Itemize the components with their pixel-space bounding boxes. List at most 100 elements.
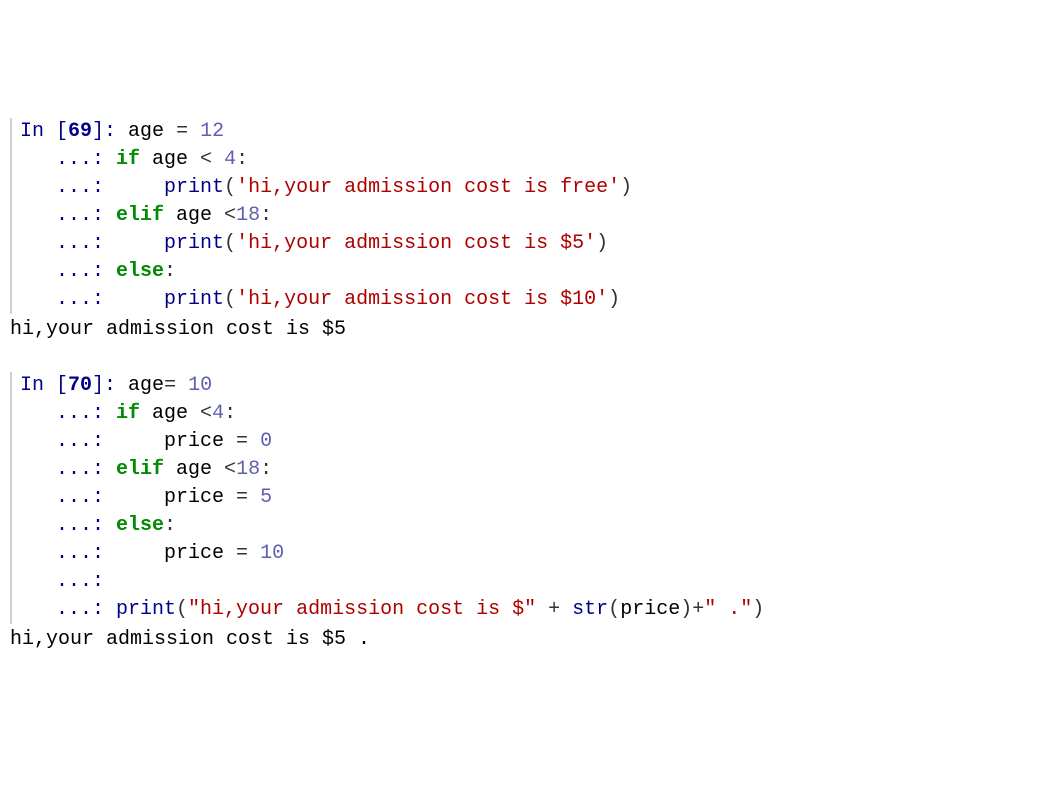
code-token-name	[116, 288, 164, 311]
code-token-op: :	[224, 402, 236, 425]
code-token-op: )	[752, 598, 764, 621]
code-token-op: :	[164, 514, 176, 537]
code-token-num: 18	[236, 204, 260, 227]
input-prompt-suffix: ]:	[92, 374, 128, 397]
code-token-num: 5	[260, 486, 272, 509]
continuation-prompt: ...:	[20, 288, 116, 311]
code-token-op: +	[692, 598, 704, 621]
code-token-num: 4	[212, 402, 224, 425]
code-token-kw: else	[116, 514, 164, 537]
code-token-op: =	[236, 430, 260, 453]
code-line[interactable]: ...:	[20, 568, 1058, 596]
code-token-op: (	[224, 176, 236, 199]
code-input-block[interactable]: In [69]: age = 12 ...: if age < 4: ...: …	[10, 118, 1058, 314]
code-token-name: age	[140, 148, 200, 171]
input-prompt-number: 69	[68, 120, 92, 143]
continuation-prompt: ...:	[20, 260, 116, 283]
code-line[interactable]: ...: price = 10	[20, 540, 1058, 568]
code-token-fn: str	[572, 598, 608, 621]
code-token-num: 10	[188, 374, 212, 397]
code-cell: In [70]: age= 10 ...: if age <4: ...: pr…	[10, 372, 1058, 654]
continuation-prompt: ...:	[20, 204, 116, 227]
code-token-op: )	[680, 598, 692, 621]
code-token-op: :	[164, 260, 176, 283]
code-line[interactable]: In [70]: age= 10	[20, 372, 1058, 400]
code-token-num: 18	[236, 458, 260, 481]
input-prompt-prefix: In [	[20, 120, 68, 143]
continuation-prompt: ...:	[20, 176, 116, 199]
code-line[interactable]: ...: if age <4:	[20, 400, 1058, 428]
continuation-prompt: ...:	[20, 430, 116, 453]
code-token-name	[116, 176, 164, 199]
code-token-op: (	[176, 598, 188, 621]
continuation-prompt: ...:	[20, 514, 116, 537]
code-line[interactable]: ...: price = 5	[20, 484, 1058, 512]
code-token-name: age	[164, 458, 224, 481]
code-token-str: "hi,your admission cost is $"	[188, 598, 536, 621]
code-line[interactable]: ...: print('hi,your admission cost is $5…	[20, 230, 1058, 258]
code-line[interactable]: ...: price = 0	[20, 428, 1058, 456]
continuation-prompt: ...:	[20, 148, 116, 171]
code-token-op: )	[620, 176, 632, 199]
input-prompt-suffix: ]:	[92, 120, 128, 143]
code-token-kw: if	[116, 148, 140, 171]
code-token-op: =	[164, 120, 200, 143]
code-input-block[interactable]: In [70]: age= 10 ...: if age <4: ...: pr…	[10, 372, 1058, 624]
continuation-prompt: ...:	[20, 542, 116, 565]
code-token-name: age	[128, 374, 164, 397]
continuation-prompt: ...:	[20, 402, 116, 425]
cell-output: hi,your admission cost is $5	[10, 316, 1058, 344]
code-token-name: price	[116, 486, 236, 509]
code-token-op: <	[224, 458, 236, 481]
continuation-prompt: ...:	[20, 486, 116, 509]
code-line[interactable]: ...: print("hi,your admission cost is $"…	[20, 596, 1058, 624]
code-token-op: (	[224, 232, 236, 255]
code-token-fn: print	[164, 288, 224, 311]
code-token-kw: elif	[116, 458, 164, 481]
code-token-op: (	[224, 288, 236, 311]
input-prompt-prefix: In [	[20, 374, 68, 397]
code-token-name	[212, 148, 224, 171]
code-token-op: =	[236, 486, 260, 509]
code-token-num: 10	[260, 542, 284, 565]
code-token-name: age	[140, 402, 200, 425]
code-token-op: +	[548, 598, 560, 621]
code-token-name: price	[116, 542, 236, 565]
code-token-str: 'hi,your admission cost is $5'	[236, 232, 596, 255]
code-token-fn: print	[116, 598, 176, 621]
code-token-op: (	[608, 598, 620, 621]
code-token-kw: else	[116, 260, 164, 283]
code-token-str: 'hi,your admission cost is $10'	[236, 288, 608, 311]
code-line[interactable]: ...: print('hi,your admission cost is $1…	[20, 286, 1058, 314]
code-line[interactable]: ...: elif age <18:	[20, 202, 1058, 230]
code-line[interactable]: ...: else:	[20, 512, 1058, 540]
code-token-str: " ."	[704, 598, 752, 621]
code-token-name	[116, 232, 164, 255]
code-token-num: 0	[260, 430, 272, 453]
continuation-prompt: ...:	[20, 570, 116, 593]
code-line[interactable]: ...: elif age <18:	[20, 456, 1058, 484]
code-line[interactable]: In [69]: age = 12	[20, 118, 1058, 146]
code-token-op: :	[260, 458, 272, 481]
code-line[interactable]: ...: if age < 4:	[20, 146, 1058, 174]
code-token-op: :	[260, 204, 272, 227]
code-token-op: <	[200, 402, 212, 425]
input-prompt-number: 70	[68, 374, 92, 397]
code-token-op: )	[608, 288, 620, 311]
code-token-name: price	[620, 598, 680, 621]
code-token-op: )	[596, 232, 608, 255]
code-token-name: age	[128, 120, 164, 143]
code-line[interactable]: ...: else:	[20, 258, 1058, 286]
cell-output: hi,your admission cost is $5 .	[10, 626, 1058, 654]
code-token-name	[560, 598, 572, 621]
code-token-kw: if	[116, 402, 140, 425]
code-token-op: =	[236, 542, 260, 565]
continuation-prompt: ...:	[20, 458, 116, 481]
code-token-name: age	[164, 204, 224, 227]
code-token-op: =	[164, 374, 188, 397]
code-token-op: :	[236, 148, 248, 171]
code-token-op: <	[224, 204, 236, 227]
continuation-prompt: ...:	[20, 232, 116, 255]
cell-spacer	[10, 344, 1058, 372]
code-line[interactable]: ...: print('hi,your admission cost is fr…	[20, 174, 1058, 202]
